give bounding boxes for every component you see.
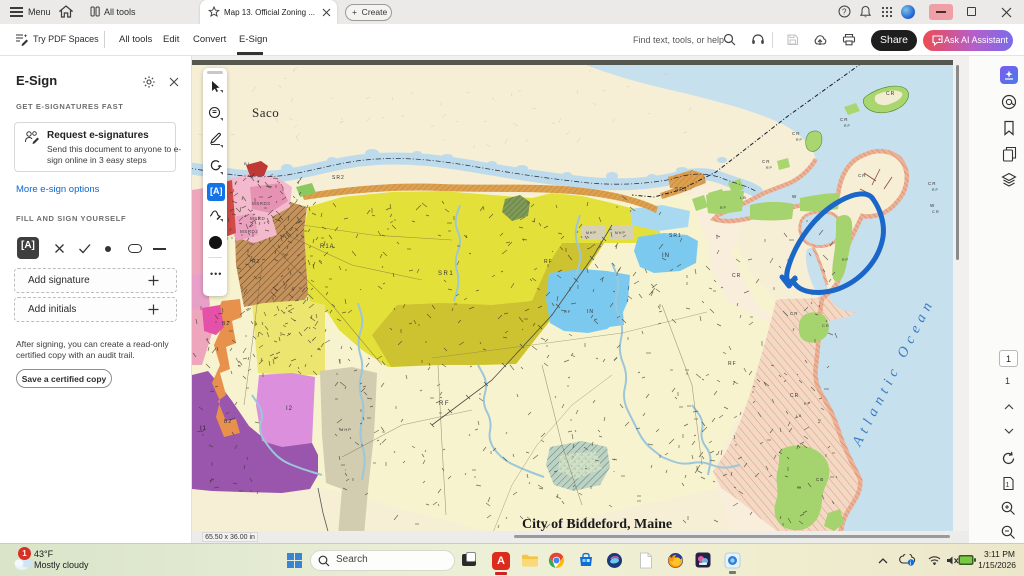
svg-text:IN: IN bbox=[587, 309, 594, 315]
svg-text:?: ? bbox=[842, 8, 847, 17]
svg-text:SR1: SR1 bbox=[438, 271, 454, 277]
svg-text:CB: CB bbox=[816, 477, 824, 482]
svg-text:CR: CR bbox=[840, 117, 849, 122]
svg-text:IN: IN bbox=[662, 253, 670, 259]
svg-text:R2: R2 bbox=[252, 259, 260, 265]
svg-text:MHP: MHP bbox=[615, 231, 626, 235]
svg-text:Saco: Saco bbox=[252, 105, 279, 120]
svg-text:W: W bbox=[792, 194, 797, 199]
svg-text:MSRD3: MSRD3 bbox=[252, 201, 270, 206]
svg-text:CR: CR bbox=[732, 273, 741, 279]
svg-text:B2: B2 bbox=[222, 321, 230, 327]
svg-text:RP: RP bbox=[932, 188, 939, 192]
svg-text:MSRD2: MSRD2 bbox=[240, 229, 258, 234]
svg-text:CR: CR bbox=[792, 131, 801, 136]
svg-text:RF: RF bbox=[544, 259, 553, 265]
svg-text:MHP: MHP bbox=[586, 231, 597, 235]
svg-text:CR: CR bbox=[886, 91, 895, 97]
svg-text:CR: CR bbox=[762, 159, 771, 164]
svg-text:RP: RP bbox=[766, 166, 773, 170]
svg-text:I1: I1 bbox=[200, 426, 207, 432]
svg-text:City of Biddeford, Maine: City of Biddeford, Maine bbox=[522, 517, 672, 531]
svg-text:RP: RP bbox=[796, 138, 803, 142]
svg-text:LB: LB bbox=[796, 414, 802, 418]
svg-text:CR: CR bbox=[790, 393, 799, 399]
svg-text:RP: RP bbox=[804, 402, 811, 406]
svg-text:LB: LB bbox=[740, 195, 747, 200]
svg-text:1: 1 bbox=[1006, 482, 1010, 489]
svg-text:CR: CR bbox=[822, 323, 830, 328]
svg-text:RF: RF bbox=[439, 401, 450, 407]
svg-text:CR: CR bbox=[932, 209, 940, 214]
svg-text:RF: RF bbox=[728, 361, 737, 367]
svg-text:SR1: SR1 bbox=[669, 233, 682, 239]
svg-text:RF: RF bbox=[564, 309, 571, 314]
svg-text:CR: CR bbox=[928, 181, 937, 186]
svg-text:R1A: R1A bbox=[320, 244, 335, 250]
svg-text:SR2: SR2 bbox=[332, 175, 345, 181]
svg-text:SR1: SR1 bbox=[675, 187, 688, 193]
svg-text:B2: B2 bbox=[224, 419, 232, 425]
svg-text:W: W bbox=[930, 203, 935, 208]
svg-text:I2: I2 bbox=[286, 406, 293, 412]
svg-text:CR: CR bbox=[790, 311, 799, 316]
svg-text:RP: RP bbox=[844, 124, 851, 128]
svg-text:B1: B1 bbox=[244, 161, 251, 166]
svg-text:MSRD: MSRD bbox=[250, 216, 265, 221]
svg-text:RP: RP bbox=[720, 206, 727, 210]
svg-text:CR: CR bbox=[858, 173, 867, 178]
svg-text:MHP: MHP bbox=[340, 427, 352, 432]
svg-text:RP: RP bbox=[842, 258, 849, 262]
svg-text:i: i bbox=[910, 560, 911, 566]
